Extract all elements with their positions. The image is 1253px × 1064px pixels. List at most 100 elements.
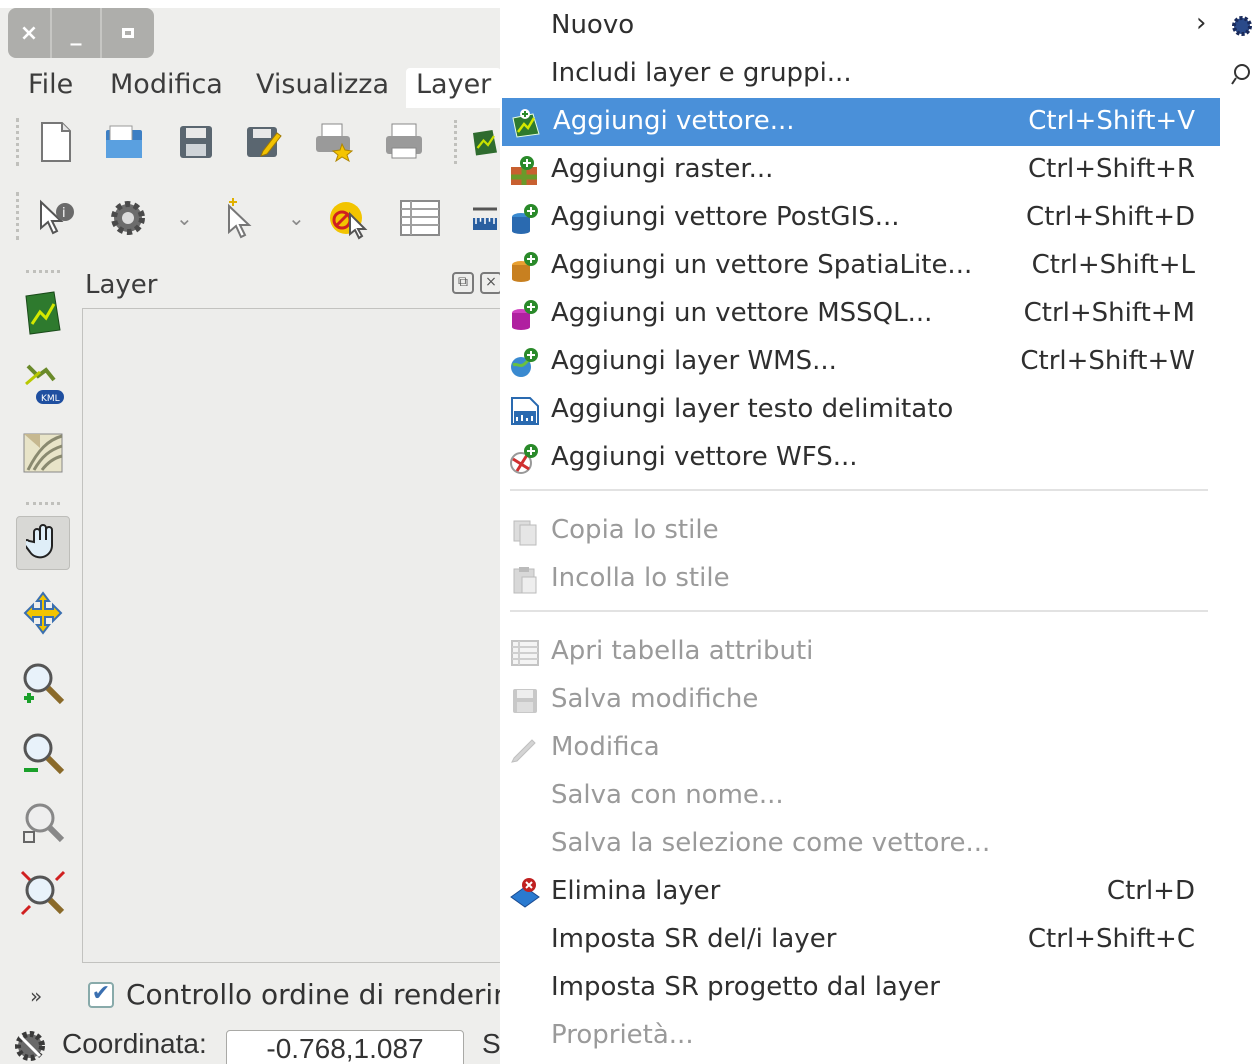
menu-item-label: Aggiungi raster... (551, 154, 774, 184)
save-as-icon[interactable] (240, 118, 288, 166)
add-vector-icon (510, 106, 544, 140)
coordinate-label: Coordinata: (62, 1028, 207, 1059)
coordinate-toggle-icon[interactable] (12, 1028, 48, 1064)
maximize-window-button[interactable] (102, 8, 154, 58)
menu-item-apri-tabella-attributi[interactable]: Apri tabella attributi (500, 628, 1220, 676)
expand-chevron-icon[interactable]: » (30, 984, 42, 1008)
toolbar-grip[interactable] (26, 270, 60, 273)
zoom-full-icon[interactable] (16, 866, 70, 920)
menu-item-copia-stile[interactable]: Copia lo stile (500, 507, 1220, 555)
menu-item-label: Salva modifiche (551, 684, 759, 714)
svg-text:KML: KML (41, 394, 60, 404)
menu-item-nuovo[interactable]: Nuovo › (500, 2, 1220, 50)
menu-visualizza[interactable]: Visualizza (246, 68, 399, 108)
menu-item-shortcut: Ctrl+Shift+D (1026, 202, 1195, 232)
add-vector-icon[interactable] (470, 118, 500, 166)
menu-item-label: Aggiungi layer WMS... (551, 346, 837, 376)
add-raster-icon[interactable] (16, 426, 70, 480)
menu-item-modifica[interactable]: Modifica (500, 724, 1220, 772)
save-project-icon[interactable] (172, 118, 220, 166)
menu-item-aggiungi-wfs[interactable]: Aggiungi vettore WFS... (500, 434, 1220, 482)
window-controls: × _ (8, 8, 154, 58)
menu-item-aggiungi-wms[interactable]: Aggiungi layer WMS... Ctrl+Shift+W (500, 338, 1220, 386)
menubar: File Modifica Visualizza Layer (8, 60, 500, 110)
menu-item-salva-modifiche[interactable]: Salva modifiche (500, 676, 1220, 724)
settings-icon[interactable] (104, 194, 152, 242)
pan-to-selection-icon[interactable] (16, 586, 70, 640)
new-project-icon[interactable] (32, 118, 80, 166)
toolbar-grip[interactable] (16, 192, 20, 240)
menu-visualizza-label: Visualizza (256, 69, 389, 100)
menu-item-proprieta[interactable]: Proprietà... (500, 1012, 1220, 1060)
menu-item-incolla-stile[interactable]: Incolla lo stile (500, 555, 1220, 603)
open-project-icon[interactable] (100, 118, 148, 166)
menu-item-aggiungi-mssql[interactable]: Aggiungi un vettore MSSQL... Ctrl+Shift+… (500, 290, 1220, 338)
attribute-table-icon[interactable] (396, 194, 444, 242)
menu-item-elimina-layer[interactable]: Elimina layer Ctrl+D (500, 868, 1220, 916)
menu-item-aggiungi-testo-delimitato[interactable]: Aggiungi layer testo delimitato (500, 386, 1220, 434)
menu-item-aggiungi-vettore[interactable]: Aggiungi vettore... Ctrl+Shift+V (502, 98, 1220, 146)
menu-item-aggiungi-spatialite[interactable]: Aggiungi un vettore SpatiaLite... Ctrl+S… (500, 242, 1220, 290)
minimize-window-button[interactable]: _ (52, 8, 102, 58)
menu-item-salva-selezione[interactable]: Salva la selezione come vettore... (500, 820, 1220, 868)
layers-panel-title: Layer (85, 270, 158, 300)
menu-item-label: Aggiungi un vettore SpatiaLite... (551, 250, 973, 280)
status-bar: Coordinata: -0.768,1.087 S (0, 1020, 500, 1064)
menu-item-label: Aggiungi un vettore MSSQL... (551, 298, 933, 328)
zoom-out-icon[interactable] (16, 726, 70, 780)
toolbar-separator (454, 120, 458, 164)
menu-item-shortcut: Ctrl+Shift+M (1023, 298, 1195, 328)
menu-item-includi-layer[interactable]: Includi layer e gruppi... (500, 50, 1220, 98)
menu-item-salva-con-nome[interactable]: Salva con nome... (500, 772, 1220, 820)
menu-item-imposta-sr-progetto[interactable]: Imposta SR progetto dal layer (500, 964, 1220, 1012)
close-window-button[interactable]: × (8, 8, 52, 58)
attribute-table-icon (508, 636, 542, 670)
menu-file-label: File (28, 69, 74, 100)
menu-item-shortcut: Ctrl+Shift+L (1031, 250, 1195, 280)
chevron-down-icon[interactable]: ⌄ (288, 206, 305, 230)
menu-item-shortcut: Ctrl+Shift+V (1028, 106, 1195, 136)
zoom-in-icon[interactable] (16, 656, 70, 710)
toolbar-grip[interactable] (26, 502, 60, 505)
add-postgis-icon (508, 202, 542, 236)
add-mssql-icon (508, 298, 542, 332)
composer-manager-icon[interactable] (380, 118, 428, 166)
menu-item-label: Aggiungi vettore... (553, 106, 795, 136)
identify-icon[interactable]: i (32, 194, 80, 242)
menu-item-label: Aggiungi vettore WFS... (551, 442, 858, 472)
float-panel-button[interactable]: ⧉ (452, 272, 474, 294)
save-edits-icon (508, 684, 542, 718)
menu-modifica-label: Modifica (110, 69, 223, 100)
add-kml-icon[interactable]: KML (16, 356, 70, 410)
select-icon[interactable] (216, 194, 264, 242)
menu-item-shortcut: Ctrl+Shift+R (1028, 154, 1195, 184)
maximize-icon (122, 28, 134, 38)
menu-file[interactable]: File (18, 68, 83, 108)
menu-item-imposta-sr-layer[interactable]: Imposta SR del/i layer Ctrl+Shift+C (500, 916, 1220, 964)
toolbar-grip[interactable] (16, 118, 20, 166)
menu-separator (510, 610, 1208, 612)
menu-item-shortcut: Ctrl+Shift+W (1020, 346, 1195, 376)
chevron-down-icon[interactable]: ⌄ (176, 206, 193, 230)
add-vector-layer-icon[interactable] (16, 286, 70, 340)
add-spatialite-icon (508, 250, 542, 284)
deselect-icon[interactable] (324, 194, 372, 242)
coordinate-field[interactable]: -0.768,1.087 (226, 1030, 464, 1064)
menu-modifica[interactable]: Modifica (100, 68, 233, 108)
layer-menu: Nuovo › Includi layer e gruppi... Aggiun… (500, 0, 1228, 1064)
menu-layer[interactable]: Layer (406, 68, 500, 108)
partial-search-icon (1231, 64, 1250, 85)
menu-item-label: Elimina layer (551, 876, 721, 906)
zoom-layer-icon[interactable] (16, 796, 70, 850)
menu-item-aggiungi-raster[interactable]: Aggiungi raster... Ctrl+Shift+R (500, 146, 1220, 194)
close-panel-button[interactable]: × (480, 272, 500, 294)
file-toolbar (8, 112, 500, 172)
print-composer-icon[interactable] (310, 118, 358, 166)
menu-item-aggiungi-postgis[interactable]: Aggiungi vettore PostGIS... Ctrl+Shift+D (500, 194, 1220, 242)
measure-icon[interactable] (470, 194, 500, 242)
menu-item-label: Aggiungi vettore PostGIS... (551, 202, 900, 232)
remove-layer-icon (508, 876, 542, 910)
render-order-checkbox[interactable]: ✔ (88, 982, 114, 1008)
layers-tree[interactable] (82, 308, 500, 963)
pan-icon[interactable] (16, 516, 70, 570)
